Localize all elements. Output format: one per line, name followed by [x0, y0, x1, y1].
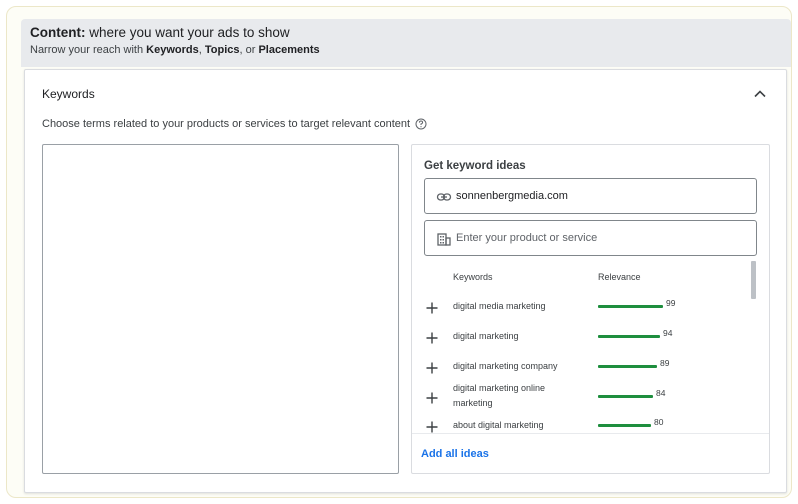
- add-icon[interactable]: [426, 301, 438, 314]
- keyword-idea-text: digital marketing: [453, 331, 519, 341]
- header-subtitle: Narrow your reach with Keywords, Topics,…: [30, 44, 320, 56]
- add-icon[interactable]: [426, 420, 438, 433]
- relevance-column-header: Relevance: [598, 272, 641, 282]
- relevance-value: 80: [654, 417, 664, 427]
- keyword-idea-text: digital marketing online marketing: [453, 383, 546, 408]
- keywords-column-header: Keywords: [453, 272, 493, 282]
- collapse-button[interactable]: [752, 86, 768, 102]
- relevance-bar: [598, 305, 663, 308]
- relevance-bar: [598, 424, 651, 427]
- keyword-ideas-panel: Get keyword ideas Keywords Relevance dig…: [411, 144, 770, 474]
- help-circle-icon[interactable]: [415, 118, 427, 130]
- keywords-section-title: Keywords: [42, 87, 95, 101]
- keyword-idea-row: digital marketing 94: [412, 323, 752, 353]
- add-icon[interactable]: [426, 361, 438, 374]
- keyword-idea-row: digital media marketing 99: [412, 293, 752, 323]
- keyword-idea-text: digital marketing company: [453, 361, 558, 371]
- keyword-idea-row: digital marketing online marketing 84: [412, 381, 752, 411]
- relevance-value: 99: [666, 298, 676, 308]
- url-field[interactable]: [424, 178, 757, 214]
- content-panel: Content: where you want your ads to show…: [6, 6, 792, 498]
- header-title: Content: where you want your ads to show: [30, 25, 290, 40]
- url-input[interactable]: [456, 190, 746, 202]
- keywords-textarea[interactable]: [42, 144, 399, 474]
- relevance-bar: [598, 335, 660, 338]
- keywords-description: Choose terms related to your products or…: [42, 118, 427, 130]
- building-icon: [436, 231, 452, 247]
- add-icon[interactable]: [426, 391, 438, 404]
- keyword-idea-text: digital media marketing: [453, 301, 546, 311]
- keyword-idea-row: digital marketing company 89: [412, 353, 752, 383]
- keyword-idea-row: about digital marketing 80: [412, 413, 752, 443]
- relevance-bar: [598, 395, 653, 398]
- keywords-card: Keywords Choose terms related to your pr…: [24, 69, 787, 493]
- chevron-up-icon: [754, 90, 766, 98]
- relevance-value: 94: [663, 328, 673, 338]
- product-input[interactable]: [456, 232, 746, 244]
- content-header: Content: where you want your ads to show…: [21, 19, 791, 67]
- keyword-idea-text: about digital marketing: [453, 420, 544, 430]
- ideas-footer-divider: [412, 433, 769, 434]
- relevance-value: 84: [656, 388, 666, 398]
- link-icon: [436, 189, 452, 205]
- add-all-ideas-button[interactable]: Add all ideas: [421, 448, 489, 460]
- relevance-value: 89: [660, 358, 670, 368]
- relevance-bar: [598, 365, 657, 368]
- add-icon[interactable]: [426, 331, 438, 344]
- product-field[interactable]: [424, 220, 757, 256]
- keyword-ideas-title: Get keyword ideas: [424, 160, 526, 172]
